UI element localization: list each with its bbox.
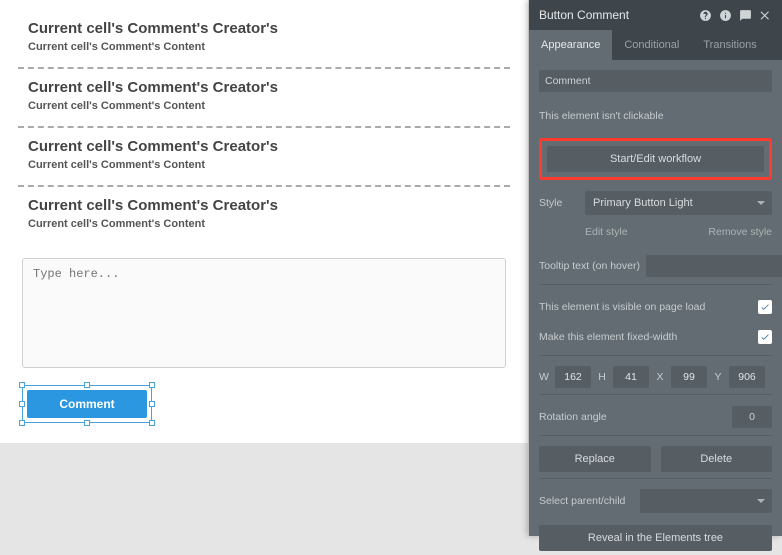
comment-item: Current cell's Comment's Creator's Curre… [0, 187, 528, 244]
rotation-label: Rotation angle [539, 411, 726, 423]
comment-content: Current cell's Comment's Content [28, 218, 500, 230]
comment-item: Current cell's Comment's Creator's Curre… [0, 69, 528, 126]
style-select-value: Primary Button Light [593, 197, 693, 209]
w-label: W [539, 371, 549, 383]
tooltip-input[interactable] [646, 255, 782, 277]
comment-icon[interactable] [738, 8, 752, 22]
remove-style-link[interactable]: Remove style [708, 226, 772, 238]
y-input[interactable] [729, 366, 765, 388]
editor-canvas: Current cell's Comment's Creator's Curre… [0, 0, 528, 536]
not-clickable-label: This element isn't clickable [539, 110, 664, 122]
comment-content: Current cell's Comment's Content [28, 159, 500, 171]
close-icon[interactable] [758, 8, 772, 22]
property-panel: Button Comment Appearance Conditional Tr… [529, 0, 782, 536]
y-label: Y [713, 371, 723, 383]
visible-label: This element is visible on page load [539, 301, 752, 313]
workflow-highlight: Start/Edit workflow [539, 138, 772, 180]
element-name-input[interactable] [539, 70, 772, 92]
info-icon[interactable] [718, 8, 732, 22]
tab-appearance[interactable]: Appearance [529, 30, 612, 60]
comment-creator: Current cell's Comment's Creator's [28, 197, 500, 214]
visible-row: This element is visible on page load [539, 295, 772, 319]
resize-handle[interactable] [19, 382, 25, 388]
edit-style-link[interactable]: Edit style [585, 226, 628, 238]
comment-textarea[interactable] [22, 258, 506, 368]
h-label: H [597, 371, 607, 383]
comment-submit-button[interactable]: Comment [27, 390, 147, 418]
comment-creator: Current cell's Comment's Creator's [28, 79, 500, 96]
panel-tabs: Appearance Conditional Transitions [529, 30, 782, 60]
reveal-elements-tree-button[interactable]: Reveal in the Elements tree [539, 525, 772, 551]
rotation-row: Rotation angle [539, 405, 772, 429]
tab-transitions[interactable]: Transitions [691, 30, 768, 60]
comment-creator: Current cell's Comment's Creator's [28, 138, 500, 155]
fixed-width-label: Make this element fixed-width [539, 331, 752, 343]
comment-item: Current cell's Comment's Creator's Curre… [0, 128, 528, 185]
delete-button[interactable]: Delete [661, 446, 773, 472]
x-label: X [655, 371, 665, 383]
select-parent-dropdown[interactable] [640, 489, 772, 513]
style-select[interactable]: Primary Button Light [585, 191, 772, 215]
tab-conditional[interactable]: Conditional [612, 30, 691, 60]
help-icon[interactable] [698, 8, 712, 22]
separator [539, 394, 772, 395]
dimensions-row: W H X Y [539, 366, 772, 388]
w-input[interactable] [555, 366, 591, 388]
tooltip-row: Tooltip text (on hover) [539, 254, 772, 278]
resize-handle[interactable] [19, 420, 25, 426]
style-row: Style Primary Button Light [539, 190, 772, 216]
separator [539, 435, 772, 436]
x-input[interactable] [671, 366, 707, 388]
visible-checkbox[interactable] [758, 300, 772, 314]
style-links-row: Edit style Remove style [539, 220, 772, 244]
select-parent-row: Select parent/child [539, 489, 772, 513]
resize-handle[interactable] [84, 382, 90, 388]
comment-item: Current cell's Comment's Creator's Curre… [0, 0, 528, 67]
resize-handle[interactable] [149, 382, 155, 388]
comment-content: Current cell's Comment's Content [28, 100, 500, 112]
fixed-width-row: Make this element fixed-width [539, 325, 772, 349]
replace-delete-row: Replace Delete [539, 446, 772, 472]
resize-handle[interactable] [149, 420, 155, 426]
comment-button-row: Comment [0, 381, 528, 443]
comment-creator: Current cell's Comment's Creator's [28, 20, 500, 37]
panel-header: Button Comment [529, 0, 782, 30]
h-input[interactable] [613, 366, 649, 388]
start-edit-workflow-button[interactable]: Start/Edit workflow [547, 146, 764, 172]
separator [539, 355, 772, 356]
comment-list-card: Current cell's Comment's Creator's Curre… [0, 0, 528, 443]
rotation-input[interactable] [732, 406, 772, 428]
comment-textarea-wrap [0, 244, 528, 381]
panel-header-icons [698, 8, 772, 22]
resize-handle[interactable] [84, 420, 90, 426]
selection-outline[interactable]: Comment [22, 385, 152, 423]
resize-handle[interactable] [19, 401, 25, 407]
select-parent-label: Select parent/child [539, 495, 634, 507]
not-clickable-row: This element isn't clickable [539, 104, 772, 128]
separator [539, 478, 772, 479]
fixed-width-checkbox[interactable] [758, 330, 772, 344]
chevron-down-icon [757, 499, 765, 503]
separator [539, 284, 772, 285]
resize-handle[interactable] [149, 401, 155, 407]
panel-title: Button Comment [539, 8, 698, 22]
tooltip-label: Tooltip text (on hover) [539, 260, 640, 272]
replace-button[interactable]: Replace [539, 446, 651, 472]
chevron-down-icon [757, 201, 765, 205]
panel-body: This element isn't clickable Start/Edit … [529, 60, 782, 555]
style-label: Style [539, 197, 579, 209]
comment-content: Current cell's Comment's Content [28, 41, 500, 53]
